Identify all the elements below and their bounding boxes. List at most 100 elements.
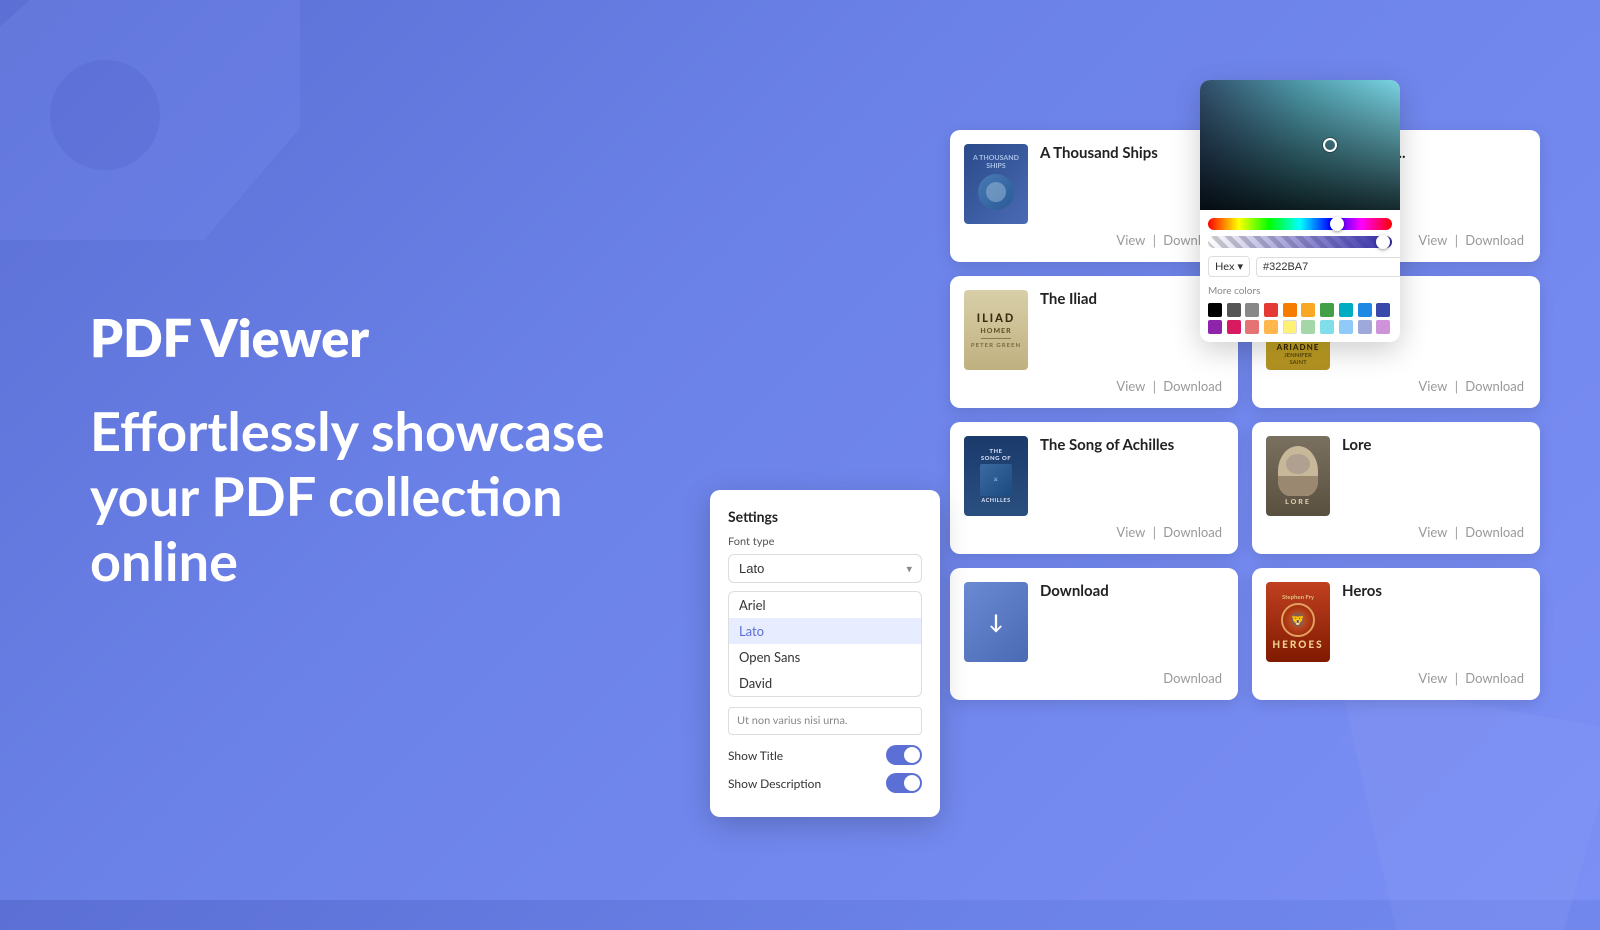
color-picker-panel: Hex ▾ More colors (1200, 80, 1400, 342)
view-link-the-lan[interactable]: View (1418, 232, 1447, 248)
view-link-heros[interactable]: View (1418, 670, 1447, 686)
font-option-david[interactable]: David (729, 670, 921, 696)
show-description-row: Show Description (728, 773, 922, 793)
color-hex-type-selector[interactable]: Hex ▾ (1208, 256, 1250, 277)
swatch-4[interactable] (1283, 303, 1297, 317)
swatch-11[interactable] (1227, 320, 1241, 334)
app-title: PDF Viewer (90, 307, 670, 369)
swatch-5[interactable] (1301, 303, 1315, 317)
font-option-opensans[interactable]: Open Sans (729, 644, 921, 670)
font-dropdown: Ariel Lato Open Sans David (728, 591, 922, 697)
book-cover-iliad: ILIAD HOMER PETER GREEN (964, 290, 1028, 370)
color-hex-input[interactable] (1256, 257, 1400, 277)
book-title-thousand-ships: A Thousand Ships (1040, 144, 1224, 164)
download-link-ariadne[interactable]: Download (1465, 378, 1524, 394)
color-gradient-area[interactable] (1200, 80, 1400, 210)
book-card-top-7: ↓ Download (964, 582, 1224, 662)
book-card-top-6: LORE Lore (1266, 436, 1526, 516)
book-cover-thousand-ships: A THOUSAND SHIPS (964, 144, 1028, 224)
swatch-0[interactable] (1208, 303, 1222, 317)
view-link-achilles[interactable]: View (1116, 524, 1145, 540)
bg-decoration-4 (1340, 680, 1600, 930)
color-swatches-grid (1200, 301, 1400, 342)
view-link-iliad[interactable]: View (1116, 378, 1145, 394)
swatch-2[interactable] (1245, 303, 1259, 317)
more-colors-label: More colors (1200, 283, 1400, 301)
swatch-9[interactable] (1376, 303, 1390, 317)
bg-decoration-2 (50, 60, 160, 170)
swatch-16[interactable] (1320, 320, 1334, 334)
swatch-8[interactable] (1358, 303, 1372, 317)
book-actions-download-partial: Download (964, 670, 1224, 686)
settings-panel: Settings Font type Lato Ariel Open Sans … (710, 490, 940, 817)
swatch-7[interactable] (1339, 303, 1353, 317)
book-cover-achilles: THE SONG OF ⚔ ACHILLES (964, 436, 1028, 516)
swatch-10[interactable] (1208, 320, 1222, 334)
book-card-thousand-ships: A THOUSAND SHIPS A Thousand Ships View |… (950, 130, 1238, 262)
download-link-lore[interactable]: Download (1465, 524, 1524, 540)
chevron-down-icon: ▾ (1237, 260, 1243, 273)
show-description-toggle[interactable] (886, 773, 922, 793)
font-option-ariel[interactable]: Ariel (729, 592, 921, 618)
show-title-toggle[interactable] (886, 745, 922, 765)
swatch-17[interactable] (1339, 320, 1353, 334)
show-description-label: Show Description (728, 776, 821, 791)
book-title-lore: Lore (1342, 436, 1526, 456)
swatch-19[interactable] (1376, 320, 1390, 334)
swatch-6[interactable] (1320, 303, 1334, 317)
book-cover-heros: Stephen Fry 🦁 HEROES (1266, 582, 1330, 662)
swatch-18[interactable] (1358, 320, 1372, 334)
book-title-iliad: The Iliad (1040, 290, 1224, 310)
book-card-top-8: Stephen Fry 🦁 HEROES Heros (1266, 582, 1526, 662)
download-link-achilles[interactable]: Download (1163, 524, 1222, 540)
book-card-iliad: ILIAD HOMER PETER GREEN The Iliad View |… (950, 276, 1238, 408)
book-title-download-partial: Download (1040, 582, 1224, 602)
book-card-achilles: THE SONG OF ⚔ ACHILLES The Song of Achil… (950, 422, 1238, 554)
color-alpha-thumb[interactable] (1376, 235, 1390, 249)
book-card-heros: Stephen Fry 🦁 HEROES Heros View | Downlo… (1252, 568, 1540, 700)
font-select-wrapper: Lato Ariel Open Sans David ▾ (728, 554, 922, 583)
book-card-top: A THOUSAND SHIPS A Thousand Ships (964, 144, 1224, 224)
app-subtitle: Effortlessly showcase your PDF collectio… (90, 399, 670, 593)
book-cover-download: ↓ (964, 582, 1028, 662)
book-card-top-3: ILIAD HOMER PETER GREEN The Iliad (964, 290, 1224, 370)
hero-section: PDF Viewer Effortlessly showcase your PD… (90, 307, 670, 593)
color-hue-slider[interactable] (1208, 218, 1392, 230)
download-link-iliad[interactable]: Download (1163, 378, 1222, 394)
view-link-lore[interactable]: View (1418, 524, 1447, 540)
book-actions-lore: View | Download (1266, 524, 1526, 540)
show-title-label: Show Title (728, 748, 783, 763)
book-card-top-5: THE SONG OF ⚔ ACHILLES The Song of Achil… (964, 436, 1224, 516)
book-card-lore: LORE Lore View | Download (1252, 422, 1540, 554)
swatch-3[interactable] (1264, 303, 1278, 317)
color-alpha-slider[interactable] (1208, 236, 1392, 248)
book-cover-lore: LORE (1266, 436, 1330, 516)
color-hex-row: Hex ▾ (1200, 248, 1400, 283)
view-link-thousand-ships[interactable]: View (1116, 232, 1145, 248)
font-type-label: Font type (728, 535, 922, 548)
settings-title: Settings (728, 508, 922, 525)
view-link-ariadne[interactable]: View (1418, 378, 1447, 394)
font-preview: Ut non varius nisi urna. (728, 707, 922, 735)
color-hue-thumb[interactable] (1330, 217, 1344, 231)
swatch-1[interactable] (1227, 303, 1241, 317)
font-option-lato[interactable]: Lato (729, 618, 921, 644)
color-picker-cursor (1323, 138, 1337, 152)
swatch-13[interactable] (1264, 320, 1278, 334)
book-actions-iliad: View | Download (964, 378, 1224, 394)
book-card-download-partial: ↓ Download Download (950, 568, 1238, 700)
swatch-12[interactable] (1245, 320, 1259, 334)
book-actions-heros: View | Download (1266, 670, 1526, 686)
book-actions-thousand-ships: View | Download (964, 232, 1224, 248)
font-select[interactable]: Lato Ariel Open Sans David (728, 554, 922, 583)
book-title-achilles: The Song of Achilles (1040, 436, 1224, 456)
book-actions-achilles: View | Download (964, 524, 1224, 540)
book-actions-ariadne: View | Download (1266, 378, 1526, 394)
download-link-the-lan[interactable]: Download (1465, 232, 1524, 248)
book-title-heros: Heros (1342, 582, 1526, 602)
swatch-14[interactable] (1283, 320, 1297, 334)
download-link-partial[interactable]: Download (1163, 670, 1222, 686)
swatch-15[interactable] (1301, 320, 1315, 334)
show-title-row: Show Title (728, 745, 922, 765)
download-link-heros[interactable]: Download (1465, 670, 1524, 686)
